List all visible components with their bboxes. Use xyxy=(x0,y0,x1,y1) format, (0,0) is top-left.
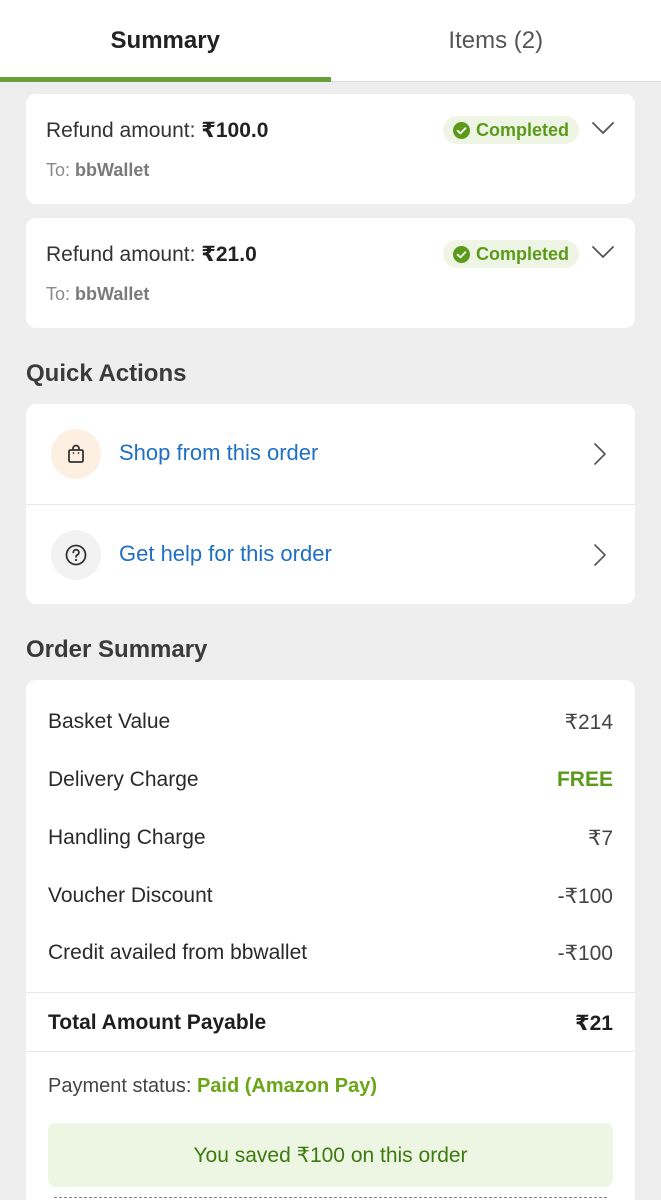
chevron-down-icon[interactable] xyxy=(591,120,615,136)
get-help-label: Get help for this order xyxy=(119,541,332,566)
summary-row-bbwallet-credit: Credit availed from bbwallet -₹100 xyxy=(48,941,613,965)
check-circle-icon xyxy=(452,245,470,263)
refund-amount: Refund amount: ₹21.0 xyxy=(46,243,257,266)
refund-destination: To: bbWallet xyxy=(46,284,150,304)
refund-destination: To: bbWallet xyxy=(46,160,150,180)
get-help-button[interactable]: Get help for this order xyxy=(26,505,635,605)
tab-summary[interactable]: Summary xyxy=(0,0,331,82)
refund-amount: Refund amount: ₹100.0 xyxy=(46,119,269,142)
tab-bar: Summary Items (2) xyxy=(0,0,661,82)
quick-actions-card: Shop from this order Get help for this o… xyxy=(26,404,635,604)
status-badge: Completed xyxy=(442,240,579,268)
chevron-right-icon xyxy=(593,543,607,567)
divider xyxy=(26,1051,635,1052)
order-summary-title: Order Summary xyxy=(26,636,208,663)
tab-items[interactable]: Items (2) xyxy=(331,0,661,81)
refund-card[interactable]: Refund amount: ₹21.0 Completed To: bbWal… xyxy=(26,218,635,328)
dashed-divider xyxy=(54,1197,607,1198)
chevron-down-icon[interactable] xyxy=(591,244,615,260)
summary-row-voucher-discount: Voucher Discount -₹100 xyxy=(48,884,613,908)
chevron-right-icon xyxy=(593,442,607,466)
summary-row-total: Total Amount Payable ₹21 xyxy=(48,1011,613,1035)
check-circle-icon xyxy=(452,121,470,139)
summary-row-basket-value: Basket Value ₹214 xyxy=(48,710,613,734)
quick-actions-title: Quick Actions xyxy=(26,360,187,387)
divider xyxy=(26,992,635,993)
shop-from-order-button[interactable]: Shop from this order xyxy=(26,404,635,504)
savings-banner: You saved ₹100 on this order xyxy=(48,1123,613,1187)
help-circle-icon xyxy=(51,530,101,580)
shop-from-order-label: Shop from this order xyxy=(119,440,319,465)
shopping-bag-icon xyxy=(51,429,101,479)
refund-card[interactable]: Refund amount: ₹100.0 Completed To: bbWa… xyxy=(26,94,635,204)
order-summary-card: Basket Value ₹214 Delivery Charge FREE Han… xyxy=(26,680,635,1200)
summary-row-delivery-charge: Delivery Charge FREE xyxy=(48,768,613,791)
status-badge: Completed xyxy=(442,116,579,144)
summary-row-handling-charge: Handling Charge ₹7 xyxy=(48,826,613,850)
payment-status: Payment status: Paid (Amazon Pay) xyxy=(48,1075,378,1097)
